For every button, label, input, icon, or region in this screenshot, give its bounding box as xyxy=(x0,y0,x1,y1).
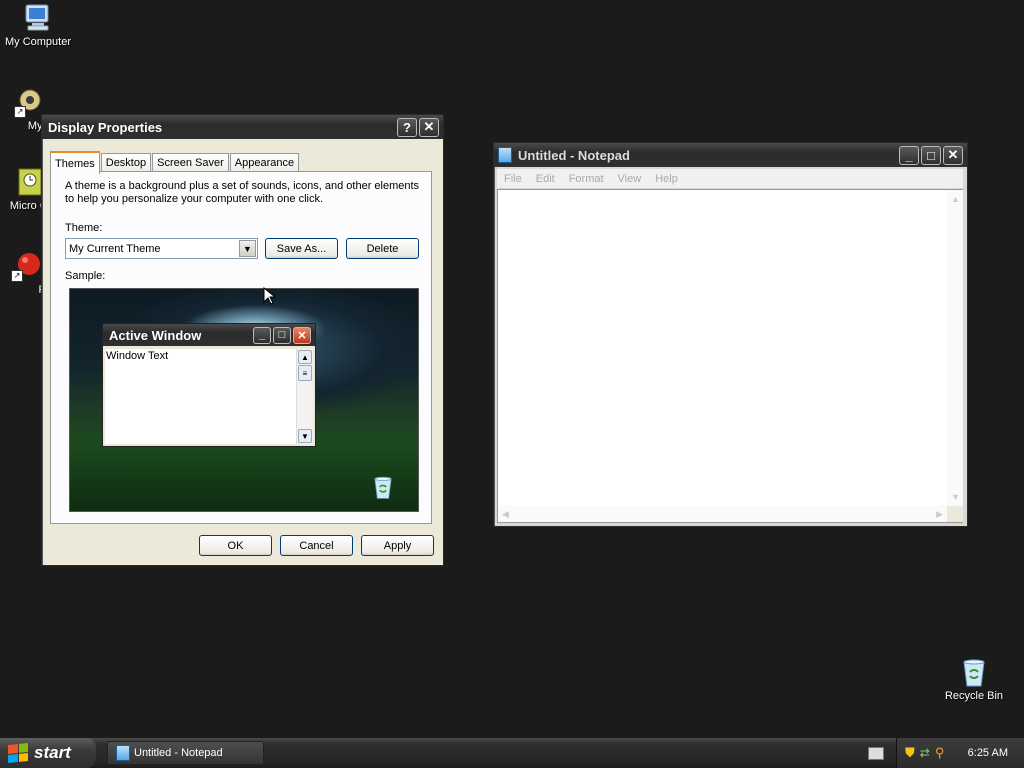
desktop-icon-my-computer[interactable]: My Computer xyxy=(0,2,76,49)
theme-sample-preview: Active Window _ □ ✕ Window Text ▲ ≡ ▼ xyxy=(69,288,419,512)
menu-help[interactable]: Help xyxy=(648,173,685,185)
scroll-up-icon: ▲ xyxy=(298,350,312,364)
menu-edit[interactable]: Edit xyxy=(529,173,562,185)
sample-label: Sample: xyxy=(65,270,106,282)
ok-button[interactable]: OK xyxy=(199,535,272,556)
notepad-titlebar[interactable]: Untitled - Notepad _ □ ✕ xyxy=(494,143,967,167)
notepad-text-area[interactable] xyxy=(497,189,963,523)
theme-label: Theme: xyxy=(65,222,103,234)
scroll-right-icon[interactable]: ▶ xyxy=(936,509,943,520)
sample-scrollbar: ▲ ≡ ▼ xyxy=(296,349,313,444)
scroll-thumb: ≡ xyxy=(298,365,312,381)
sample-window-text: Window Text xyxy=(106,350,169,362)
notepad-window: Untitled - Notepad _ □ ✕ File Edit Forma… xyxy=(493,142,968,527)
help-button[interactable]: ? xyxy=(397,117,417,137)
menu-view[interactable]: View xyxy=(611,173,649,185)
display-properties-titlebar[interactable]: Display Properties ? ✕ xyxy=(42,115,443,139)
tab-appearance[interactable]: Appearance xyxy=(229,153,300,172)
scroll-down-icon: ▼ xyxy=(298,429,312,443)
theme-description: A theme is a background plus a set of so… xyxy=(65,180,420,205)
scroll-left-icon[interactable]: ◀ xyxy=(502,509,509,520)
start-label: start xyxy=(34,743,71,762)
notepad-icon xyxy=(498,147,512,163)
system-tray: ⛊ ⇄ ⚲ 6:25 AM xyxy=(896,738,1024,768)
taskbar: start Untitled - Notepad ⛊ ⇄ ⚲ 6:25 AM xyxy=(0,738,1024,768)
close-button[interactable]: ✕ xyxy=(419,117,439,137)
size-grip[interactable] xyxy=(947,506,963,522)
tab-desktop[interactable]: Desktop xyxy=(100,153,152,172)
minimize-button[interactable]: _ xyxy=(899,145,919,165)
notepad-icon xyxy=(116,745,130,761)
network-icon[interactable]: ⇄ xyxy=(920,746,930,760)
save-as-button[interactable]: Save As... xyxy=(265,238,338,259)
scroll-down-icon[interactable]: ▼ xyxy=(951,492,960,502)
notepad-vertical-scrollbar[interactable]: ▲ ▼ xyxy=(947,190,963,506)
recycle-bin-icon xyxy=(370,473,396,501)
close-icon: ✕ xyxy=(423,119,435,134)
sample-window-body: Window Text ▲ ≡ ▼ xyxy=(105,349,313,444)
desktop-icon-recycle-bin[interactable]: Recycle Bin xyxy=(936,656,1012,703)
notepad-menubar: File Edit Format View Help xyxy=(497,169,963,188)
apply-button[interactable]: Apply xyxy=(361,535,434,556)
sample-active-window: Active Window _ □ ✕ Window Text ▲ ≡ ▼ xyxy=(102,323,316,447)
delete-button[interactable]: Delete xyxy=(346,238,419,259)
pe-icon: ↗ xyxy=(11,250,43,282)
cancel-button[interactable]: Cancel xyxy=(280,535,353,556)
chevron-down-icon[interactable]: ▼ xyxy=(239,240,256,257)
menu-format[interactable]: Format xyxy=(562,173,611,185)
desktop-icon-label: Recycle Bin xyxy=(944,690,1004,702)
sample-window-title: Active Window xyxy=(109,327,202,343)
display-properties-window: Display Properties ? ✕ Themes Desktop Sc… xyxy=(41,114,444,566)
close-button[interactable]: ✕ xyxy=(943,145,963,165)
shortcut-arrow-icon: ↗ xyxy=(14,106,26,118)
desktop-icon-label: My Computer xyxy=(4,36,72,48)
recycle-bin-icon xyxy=(958,656,990,688)
search-icon[interactable]: ⚲ xyxy=(935,745,945,761)
minimize-icon: _ xyxy=(905,147,913,163)
taskbar-item-label: Untitled - Notepad xyxy=(134,747,223,759)
menu-file[interactable]: File xyxy=(497,173,529,185)
window-title: Untitled - Notepad xyxy=(518,147,630,163)
maximize-button[interactable]: □ xyxy=(921,145,941,165)
tab-screen-saver[interactable]: Screen Saver xyxy=(152,153,229,172)
computer-icon xyxy=(22,2,54,34)
maximize-icon: □ xyxy=(273,326,291,344)
theme-select[interactable]: My Current Theme ▼ xyxy=(65,238,258,259)
scroll-up-icon[interactable]: ▲ xyxy=(951,194,960,204)
shortcut-arrow-icon: ↗ xyxy=(11,270,23,282)
minimize-icon: _ xyxy=(253,326,271,344)
security-shield-icon[interactable]: ⛊ xyxy=(905,745,915,761)
close-icon: ✕ xyxy=(293,326,311,344)
start-button[interactable]: start xyxy=(0,738,96,768)
theme-select-value: My Current Theme xyxy=(69,242,161,255)
keyboard-icon[interactable] xyxy=(868,747,884,760)
notepad-horizontal-scrollbar[interactable]: ◀ ▶ xyxy=(498,506,947,522)
close-icon: ✕ xyxy=(947,147,959,162)
windows-logo-icon xyxy=(8,742,28,764)
clock[interactable]: 6:25 AM xyxy=(968,747,1008,759)
maximize-icon: □ xyxy=(927,147,935,163)
window-title: Display Properties xyxy=(48,119,163,135)
sample-window-titlebar: Active Window _ □ ✕ xyxy=(103,324,315,346)
themes-panel: A theme is a background plus a set of so… xyxy=(50,171,432,524)
tab-themes[interactable]: Themes xyxy=(50,151,100,174)
help-icon: ? xyxy=(403,119,411,135)
mouse-cursor-icon xyxy=(263,286,277,308)
taskbar-item-notepad[interactable]: Untitled - Notepad xyxy=(107,741,264,765)
